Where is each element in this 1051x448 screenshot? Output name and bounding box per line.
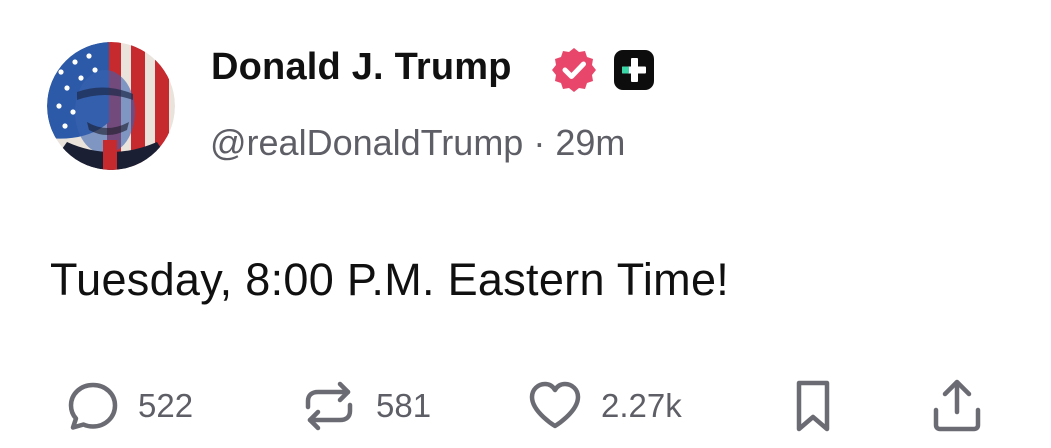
reply-icon (68, 382, 118, 430)
heart-icon (529, 381, 581, 429)
avatar-image (47, 42, 175, 170)
author-meta: @realDonaldTrump · 29m (210, 122, 625, 164)
verified-badge-icon (552, 48, 596, 92)
avatar[interactable] (47, 42, 175, 170)
post-body-text: Tuesday, 8:00 P.M. Eastern Time! (50, 254, 730, 305)
post-timestamp[interactable]: 29m (555, 122, 625, 163)
share-button[interactable] (930, 378, 984, 434)
display-name[interactable]: Donald J. Trump (211, 46, 512, 89)
repost-button[interactable]: 581 (300, 378, 431, 434)
repost-icon (305, 381, 353, 431)
repost-count: 581 (376, 387, 432, 424)
reply-button[interactable]: 522 (66, 378, 193, 434)
like-count: 2.27k (601, 387, 682, 424)
share-icon (933, 379, 981, 432)
bookmark-icon (796, 380, 830, 432)
truth-plus-badge-icon (614, 50, 654, 90)
author-handle[interactable]: @realDonaldTrump (210, 122, 523, 163)
like-button[interactable]: 2.27k (527, 378, 682, 434)
post-card: Donald J. Trump @realDonaldTrump · 29m Tue… (0, 0, 1051, 448)
reply-count: 522 (138, 387, 194, 424)
bookmark-button[interactable] (792, 378, 834, 434)
meta-separator: · (533, 122, 546, 163)
